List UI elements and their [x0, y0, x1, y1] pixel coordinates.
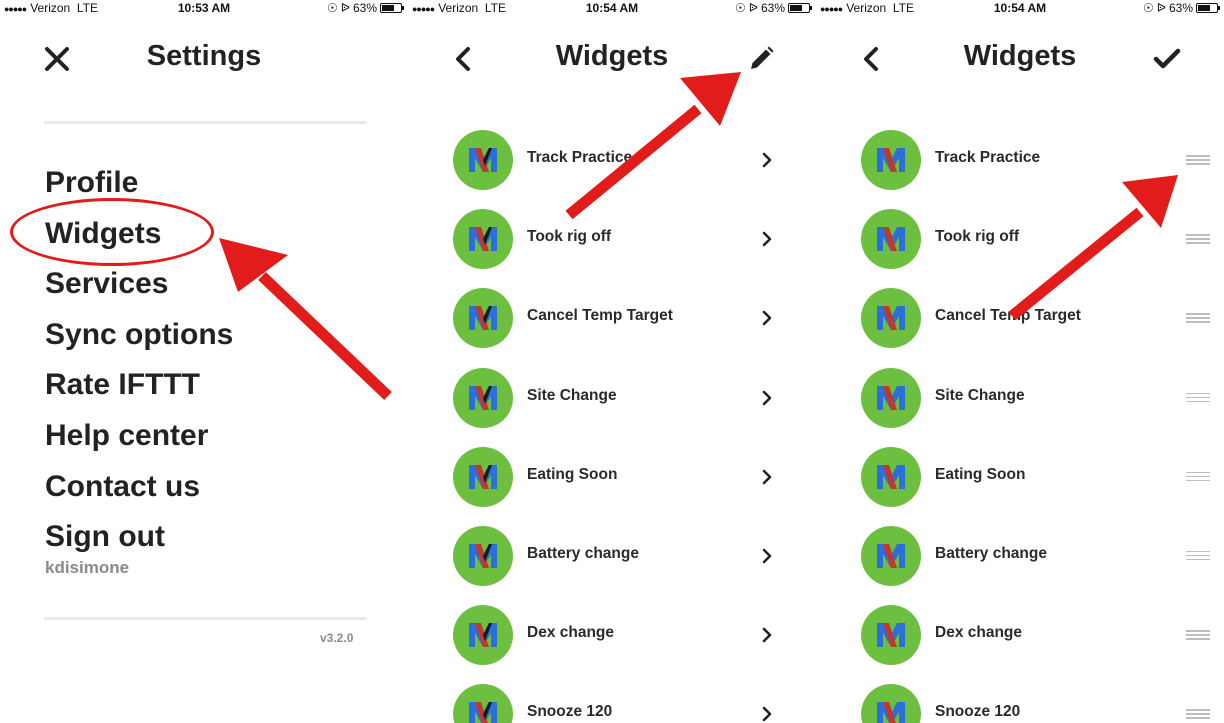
chevron-right-icon [762, 548, 772, 564]
widget-label: Eating Soon [935, 465, 1026, 483]
widget-label: Eating Soon [527, 465, 618, 483]
top-divider [44, 121, 366, 124]
drag-handle-icon[interactable] [1186, 313, 1210, 323]
widget-row-eating-soon: Eating Soon [816, 438, 1224, 517]
widget-row-cancel-temp-target: Cancel Temp Target [816, 279, 1224, 358]
widget-avatar [453, 684, 513, 723]
rotation-lock-icon: ☉ [734, 1, 746, 15]
widget-row-dex-change[interactable]: Dex change [408, 596, 816, 675]
drag-handle-icon[interactable] [1186, 155, 1210, 165]
widgets-edit-screen: ●●●●● Verizon LTE 10:54 AM ☉ ᐉ 63% Widget… [816, 0, 1224, 723]
widget-list: Track Practice Took rig off Cancel Temp … [816, 121, 1224, 723]
chevron-right-icon [762, 231, 772, 247]
widget-row-cancel-temp-target[interactable]: Cancel Temp Target [408, 279, 816, 358]
widget-row-track-practice[interactable]: Track Practice [408, 121, 816, 200]
widget-row-battery-change: Battery change [816, 517, 1224, 596]
username-label: kdisimone [45, 558, 130, 577]
widget-label: Track Practice [527, 149, 633, 166]
widget-label: Dex change [527, 624, 615, 642]
widget-avatar [453, 446, 513, 507]
widget-avatar [453, 525, 513, 586]
chevron-right-icon [762, 627, 772, 643]
rotation-lock-icon: ☉ [326, 1, 338, 15]
menu-item-services[interactable]: Services [45, 263, 233, 314]
widget-row-took-rig-off[interactable]: Took rig off [408, 200, 816, 279]
widget-avatar [861, 684, 921, 723]
menu-item-rate-ifttt[interactable]: Rate IFTTT [45, 364, 233, 415]
bluetooth-icon: ᐉ [340, 1, 350, 15]
widget-label: Battery change [935, 544, 1047, 562]
widget-list: Track Practice Took rig off Cancel Temp … [408, 121, 816, 723]
widget-avatar [453, 130, 513, 190]
bluetooth-icon: ᐉ [1156, 1, 1166, 15]
widget-label: Dex change [935, 624, 1023, 642]
widget-row-battery-change[interactable]: Battery change [408, 517, 816, 596]
bottom-divider [44, 617, 366, 620]
chevron-right-icon [762, 469, 772, 485]
widget-row-site-change: Site Change [816, 359, 1224, 438]
pencil-icon[interactable] [746, 44, 776, 74]
menu-item-contact-us[interactable]: Contact us [45, 466, 233, 517]
widget-avatar [861, 130, 921, 190]
widget-row-site-change[interactable]: Site Change [408, 359, 816, 438]
drag-handle-icon[interactable] [1186, 709, 1210, 719]
widget-label: Cancel Temp Target [935, 307, 1081, 325]
settings-screen: ●●●●● Verizon LTE 10:53 AM ☉ ᐉ 63% Settin… [0, 0, 408, 723]
version-label: v3.2.0 [320, 631, 354, 645]
status-bar: ●●●●● Verizon LTE 10:53 AM ☉ ᐉ 63% [0, 0, 408, 18]
widget-label: Track Practice [935, 149, 1041, 166]
widget-avatar [861, 209, 921, 270]
widget-row-took-rig-off: Took rig off [816, 200, 1224, 279]
widget-label: Battery change [527, 544, 639, 562]
widget-avatar [861, 446, 921, 507]
menu-item-sync-options[interactable]: Sync options [45, 314, 233, 365]
widget-avatar [453, 288, 513, 349]
widget-avatar [453, 209, 513, 270]
chevron-right-icon [762, 311, 772, 326]
widget-row-eating-soon[interactable]: Eating Soon [408, 438, 816, 517]
chevron-right-icon [762, 390, 772, 405]
chevron-right-icon [762, 152, 772, 168]
battery-icon [1196, 3, 1220, 13]
battery-percent: 63% [760, 1, 785, 15]
drag-handle-icon[interactable] [1186, 471, 1210, 482]
widget-row-dex-change: Dex change [816, 596, 1224, 675]
drag-handle-icon[interactable] [1186, 392, 1210, 403]
menu-item-help-center[interactable]: Help center [45, 415, 233, 466]
bluetooth-icon: ᐉ [748, 1, 758, 15]
battery-icon [788, 3, 812, 13]
rotation-lock-icon: ☉ [1142, 1, 1154, 15]
widget-label: Took rig off [935, 228, 1020, 246]
widget-label: Cancel Temp Target [527, 307, 673, 325]
drag-handle-icon[interactable] [1186, 630, 1210, 640]
widget-avatar [861, 288, 921, 349]
widget-label: Site Change [527, 386, 617, 404]
widget-label: Site Change [935, 386, 1025, 404]
widget-label: Snooze 120 [935, 703, 1021, 721]
chevron-right-icon [762, 707, 772, 722]
widget-row-track-practice: Track Practice [816, 121, 1224, 200]
checkmark-icon[interactable] [1152, 44, 1182, 74]
widget-avatar [453, 605, 513, 666]
page-title: Settings [146, 40, 262, 72]
widget-avatar [861, 605, 921, 666]
drag-handle-icon[interactable] [1186, 234, 1210, 244]
widget-label: Took rig off [527, 228, 612, 246]
battery-percent: 63% [352, 1, 377, 15]
widget-avatar [453, 367, 513, 428]
widgets-screen: ●●●●● Verizon LTE 10:54 AM ☉ ᐉ 63% Widget… [408, 0, 816, 723]
status-bar: ●●●●● Verizon LTE 10:54 AM ☉ ᐉ 63% [408, 0, 816, 18]
battery-icon [380, 3, 404, 13]
annotation-ellipse [10, 198, 214, 266]
widget-row-snooze-120[interactable]: Snooze 120 [408, 675, 816, 723]
drag-handle-icon[interactable] [1186, 550, 1210, 561]
widget-avatar [861, 367, 921, 428]
widget-label: Snooze 120 [527, 703, 613, 721]
battery-percent: 63% [1168, 1, 1193, 15]
widget-avatar [861, 525, 921, 586]
status-bar: ●●●●● Verizon LTE 10:54 AM ☉ ᐉ 63% [816, 0, 1224, 18]
widget-row-snooze-120: Snooze 120 [816, 675, 1224, 723]
